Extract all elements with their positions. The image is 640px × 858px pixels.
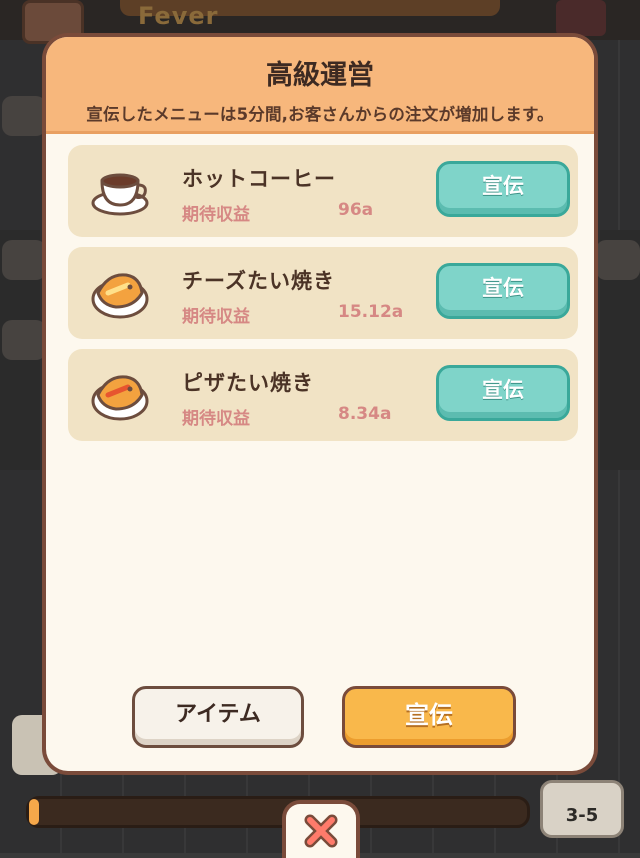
menu-row-hot-coffee: ホットコーヒー 期待収益 96a 宣伝 <box>68 145 578 237</box>
megaphone-icon <box>556 0 606 36</box>
close-button[interactable] <box>282 800 360 858</box>
level-label: 3-5 <box>565 805 599 826</box>
modal-header: 高級運営 宣伝したメニューは5分間,お客さんからの注文が増加します。 <box>46 37 594 134</box>
expected-income-label: 期待収益 <box>182 205 250 225</box>
fever-label: Fever <box>138 2 219 30</box>
modal-title: 高級運営 <box>266 60 374 91</box>
expected-income-label: 期待収益 <box>182 409 250 429</box>
promote-button-cheese-taiyaki[interactable]: 宣伝 <box>436 263 570 319</box>
stage-progress-bar <box>26 796 530 828</box>
expected-income-label: 期待収益 <box>182 307 250 327</box>
close-icon <box>304 814 338 848</box>
menu-row-pizza-taiyaki: ピザたい焼き 期待収益 8.34a 宣伝 <box>68 349 578 441</box>
taiyaki-icon <box>91 375 149 421</box>
menu-row-cheese-taiyaki: チーズたい焼き 期待収益 15.12a 宣伝 <box>68 247 578 339</box>
promote-button-hot-coffee[interactable]: 宣伝 <box>436 161 570 217</box>
menu-list: ホットコーヒー 期待収益 96a 宣伝 チーズたい焼き 期待収益 15.12a … <box>68 145 578 451</box>
promote-button-pizza-taiyaki[interactable]: 宣伝 <box>436 365 570 421</box>
item-button[interactable]: アイテム <box>132 686 304 748</box>
coffee-cup-icon <box>91 173 149 216</box>
promotion-modal: 高級運営 宣伝したメニューは5分間,お客さんからの注文が増加します。 ホットコー… <box>42 33 598 775</box>
menu-item-name: ピザたい焼き <box>182 371 314 395</box>
menu-item-name: ホットコーヒー <box>182 167 336 191</box>
expected-income-value: 15.12a <box>338 302 404 322</box>
taiyaki-icon <box>91 273 149 319</box>
modal-panel: 高級運営 宣伝したメニューは5分間,お客さんからの注文が増加します。 ホットコー… <box>46 37 594 771</box>
menu-item-name: チーズたい焼き <box>182 269 335 293</box>
ad-badge-icon <box>2 240 46 280</box>
sale-badge-icon <box>2 96 46 136</box>
expected-income-value: 96a <box>338 200 374 220</box>
pig-badge-icon <box>2 320 46 360</box>
stage-progress-fill <box>29 799 39 825</box>
character-badge-icon <box>596 240 640 280</box>
expected-income-value: 8.34a <box>338 404 392 424</box>
modal-subtitle: 宣伝したメニューは5分間,お客さんからの注文が増加します。 <box>86 105 554 124</box>
level-indicator: 3-5 <box>540 780 624 838</box>
promote-button[interactable]: 宣伝 <box>342 686 516 748</box>
